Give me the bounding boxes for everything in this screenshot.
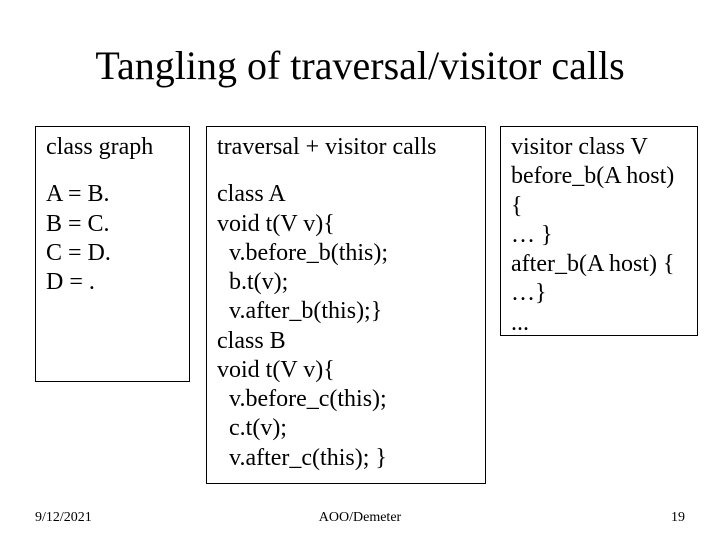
traversal-box: traversal + visitor calls class A void t… xyxy=(206,126,486,484)
code-line: class A xyxy=(217,180,475,209)
code-line: void t(V v){ xyxy=(217,210,475,239)
slide: Tangling of traversal/visitor calls clas… xyxy=(0,0,720,540)
code-line: ... xyxy=(511,309,687,338)
class-graph-box: class graph A = B. B = C. C = D. D = . xyxy=(35,126,190,382)
slide-title: Tangling of traversal/visitor calls xyxy=(0,42,720,89)
class-graph-line: C = D. xyxy=(46,239,179,268)
code-line: before_b(A host) { xyxy=(511,162,687,221)
code-line: class B xyxy=(217,327,475,356)
footer-center: AOO/Demeter xyxy=(0,510,720,526)
code-line: v.before_c(this); xyxy=(217,385,475,414)
class-graph-line: A = B. xyxy=(46,180,179,209)
traversal-header: traversal + visitor calls xyxy=(217,133,475,162)
spacer xyxy=(217,162,475,180)
code-line: b.t(v); xyxy=(217,268,475,297)
code-line: v.before_b(this); xyxy=(217,239,475,268)
spacer xyxy=(46,162,179,180)
code-line: after_b(A host) { xyxy=(511,250,687,279)
code-line: … } xyxy=(511,221,687,250)
class-graph-header: class graph xyxy=(46,133,179,162)
class-graph-line: B = C. xyxy=(46,210,179,239)
code-line: v.after_c(this); } xyxy=(217,444,475,473)
footer-page: 19 xyxy=(671,510,685,526)
class-graph-line: D = . xyxy=(46,268,179,297)
code-line: c.t(v); xyxy=(217,414,475,443)
code-line: void t(V v){ xyxy=(217,356,475,385)
code-line: visitor class V xyxy=(511,133,687,162)
code-line: …} xyxy=(511,279,687,308)
visitor-box: visitor class V before_b(A host) { … } a… xyxy=(500,126,698,336)
code-line: v.after_b(this);} xyxy=(217,297,475,326)
